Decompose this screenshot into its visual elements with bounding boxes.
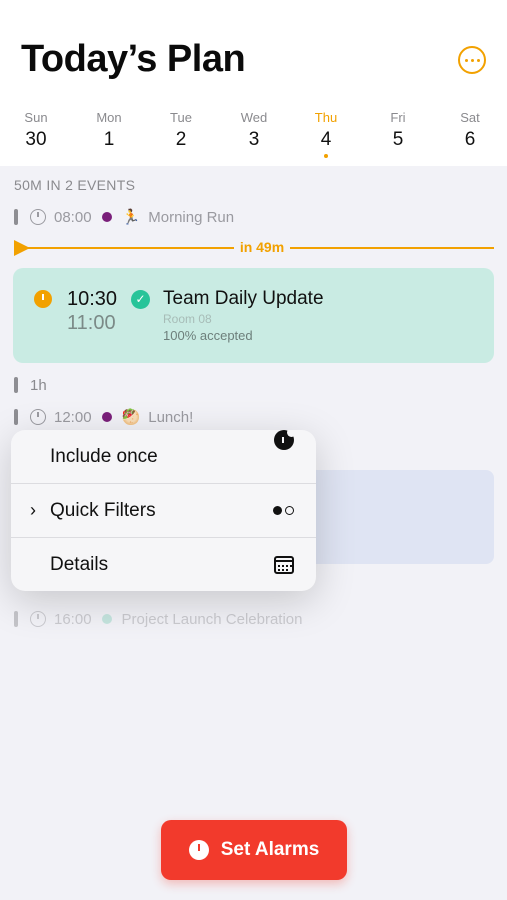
week-strip: Sun 30 Mon 1 Tue 2 Wed 3 Thu 4 Fri 5 Sat… bbox=[0, 110, 507, 160]
day-date: 6 bbox=[464, 129, 476, 150]
clock-icon bbox=[30, 611, 46, 627]
set-alarms-button[interactable]: Set Alarms bbox=[161, 820, 347, 880]
day-name: Wed bbox=[240, 110, 268, 125]
context-menu: Include once › Quick Filters Details bbox=[11, 430, 316, 591]
today-indicator bbox=[324, 154, 328, 158]
event-row-morning-run[interactable]: 08:00 🏃 Morning Run bbox=[14, 207, 234, 227]
clock-icon bbox=[30, 209, 46, 225]
calendar-color-dot bbox=[101, 212, 112, 222]
day-name: Fri bbox=[390, 110, 406, 125]
checkmark-icon: ✓ bbox=[131, 290, 150, 309]
day-tue[interactable]: Tue 2 bbox=[151, 110, 211, 151]
event-room: Room 08 bbox=[163, 312, 212, 326]
chevron-right-icon: › bbox=[30, 500, 36, 520]
event-end-time: 11:00 bbox=[67, 312, 116, 334]
day-wed[interactable]: Wed 3 bbox=[224, 110, 284, 151]
alarm-clock-icon bbox=[34, 290, 52, 308]
menu-item-label: Quick Filters bbox=[50, 499, 156, 521]
page-title: Today’s Plan bbox=[21, 38, 246, 80]
day-date: 3 bbox=[248, 129, 260, 150]
running-icon: 🏃 bbox=[121, 209, 141, 226]
day-name: Tue bbox=[170, 110, 192, 125]
event-title: Morning Run bbox=[148, 208, 235, 226]
alarm-icon bbox=[188, 840, 209, 860]
menu-item-quick-filters[interactable]: › Quick Filters bbox=[11, 484, 316, 537]
timeline-bar bbox=[14, 209, 18, 225]
event-acceptance: 100% accepted bbox=[163, 328, 253, 343]
more-options-icon[interactable] bbox=[458, 46, 486, 74]
current-time-indicator: in 49m bbox=[14, 238, 494, 258]
set-alarms-label: Set Alarms bbox=[220, 839, 320, 860]
menu-item-include-once[interactable]: Include once bbox=[11, 430, 316, 483]
clock-icon bbox=[30, 409, 46, 425]
day-mon[interactable]: Mon 1 bbox=[79, 110, 139, 151]
menu-item-label: Details bbox=[50, 553, 109, 575]
day-sat[interactable]: Sat 6 bbox=[440, 110, 500, 151]
menu-item-label: Include once bbox=[50, 445, 158, 467]
filter-toggle-icon bbox=[273, 506, 294, 515]
timeline-bar bbox=[14, 611, 18, 627]
day-date: 2 bbox=[175, 129, 187, 150]
event-start-time: 10:30 bbox=[67, 288, 118, 310]
event-card-background bbox=[300, 470, 494, 564]
header: Today’s Plan Sun 30 Mon 1 Tue 2 Wed 3 Th… bbox=[0, 0, 507, 166]
clock-badge-icon bbox=[274, 430, 296, 450]
day-date: 1 bbox=[103, 129, 115, 150]
timeline-bar bbox=[14, 377, 18, 393]
day-thu[interactable]: Thu 4 bbox=[296, 110, 356, 158]
event-title: Project Launch Celebration bbox=[121, 610, 303, 628]
event-row-launch[interactable]: 16:00 Project Launch Celebration bbox=[14, 609, 303, 629]
event-title: Team Daily Update bbox=[163, 288, 324, 309]
calendar-color-dot bbox=[101, 412, 112, 422]
day-date: 5 bbox=[392, 129, 404, 150]
day-sun[interactable]: Sun 30 bbox=[6, 110, 66, 151]
day-name: Mon bbox=[96, 110, 122, 125]
event-time: 12:00 bbox=[54, 408, 92, 426]
time-until-label: in 49m bbox=[239, 239, 285, 255]
event-row-lunch[interactable]: 12:00 🥙 Lunch! bbox=[14, 407, 193, 427]
event-card-team-update[interactable]: 10:30 11:00 ✓ Team Daily Update Room 08 … bbox=[13, 268, 494, 363]
day-date: 4 bbox=[320, 129, 332, 150]
day-name: Thu bbox=[314, 110, 338, 125]
gap-duration: 1h bbox=[30, 376, 47, 394]
day-date: 30 bbox=[25, 129, 47, 150]
calendar-icon bbox=[274, 555, 294, 574]
event-title: Lunch! bbox=[148, 408, 194, 426]
menu-item-details[interactable]: Details bbox=[11, 538, 316, 591]
event-time: 08:00 bbox=[54, 208, 92, 226]
food-icon: 🥙 bbox=[121, 409, 141, 426]
day-fri[interactable]: Fri 5 bbox=[368, 110, 428, 151]
event-time: 16:00 bbox=[54, 610, 92, 628]
day-name: Sat bbox=[460, 110, 480, 125]
events-summary: 50M IN 2 EVENTS bbox=[14, 177, 136, 193]
day-name: Sun bbox=[24, 110, 48, 125]
timeline-bar bbox=[14, 409, 18, 425]
calendar-color-dot bbox=[101, 614, 112, 624]
free-gap: 1h bbox=[14, 375, 47, 395]
